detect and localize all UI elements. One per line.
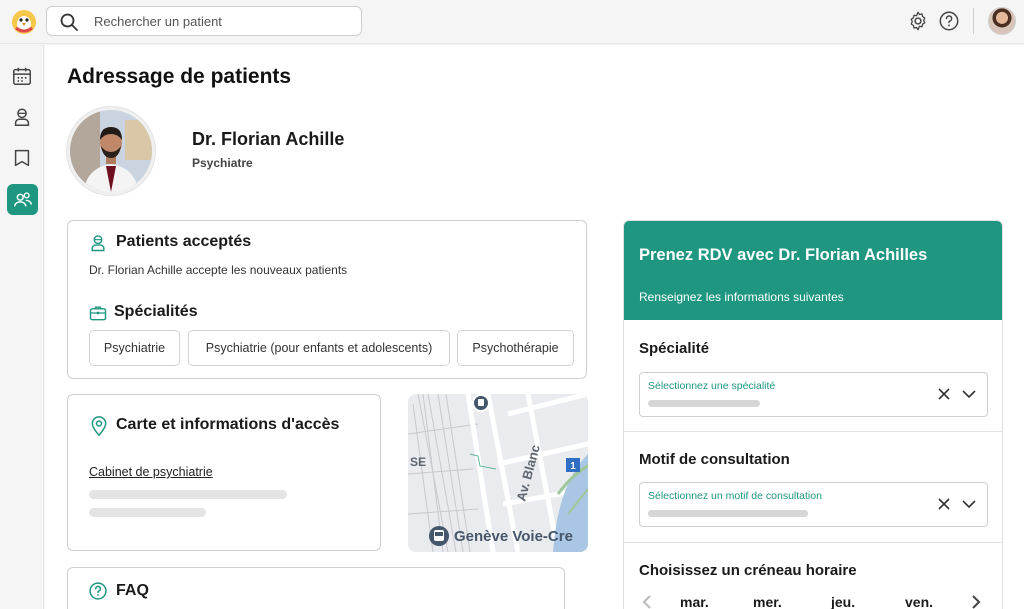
topbar-divider bbox=[973, 8, 974, 34]
access-card: Carte et informations d'accès Cabinet de… bbox=[67, 394, 381, 551]
motive-section-title: Motif de consultation bbox=[639, 451, 790, 468]
faq-title: FAQ bbox=[116, 582, 149, 599]
specialty-select[interactable]: Sélectionnez une spécialité bbox=[639, 372, 988, 417]
doctor-photo bbox=[67, 107, 155, 195]
specialty-section-title: Spécialité bbox=[639, 340, 710, 357]
skeleton-line bbox=[89, 508, 206, 517]
penguin-logo-icon[interactable] bbox=[10, 8, 38, 36]
search-placeholder: Rechercher un patient bbox=[94, 14, 222, 29]
accepted-patients-card: Patients acceptés Dr. Florian Achille ac… bbox=[67, 220, 587, 379]
booking-panel: Prenez RDV avec Dr. Florian Achilles Ren… bbox=[623, 220, 1003, 609]
referral-users-icon bbox=[13, 191, 32, 206]
access-title: Carte et informations d'accès bbox=[116, 416, 340, 433]
day-header[interactable]: mar. bbox=[680, 594, 709, 609]
booking-title: Prenez RDV avec Dr. Florian Achilles bbox=[639, 246, 928, 264]
patient-icon bbox=[14, 108, 30, 126]
route-badge: 1 bbox=[570, 461, 576, 472]
gear-icon[interactable] bbox=[907, 10, 929, 32]
clear-icon[interactable] bbox=[936, 496, 952, 512]
patient-icon bbox=[88, 233, 108, 253]
specialty-chip: Psychiatrie (pour enfants et adolescents… bbox=[188, 330, 450, 366]
user-avatar[interactable] bbox=[988, 7, 1016, 35]
search-icon bbox=[59, 12, 79, 32]
chevron-down-icon[interactable] bbox=[961, 496, 977, 512]
day-header[interactable]: ven. bbox=[905, 594, 933, 609]
motive-select-label: Sélectionnez un motif de consultation bbox=[648, 490, 822, 502]
sidebar-item-patients[interactable] bbox=[8, 103, 36, 131]
specialty-select-label: Sélectionnez une spécialité bbox=[648, 380, 776, 392]
page-title: Adressage de patients bbox=[67, 65, 292, 88]
bookmark-icon bbox=[14, 149, 30, 167]
help-icon bbox=[88, 581, 108, 601]
location-pin-icon bbox=[89, 415, 109, 437]
motive-select[interactable]: Sélectionnez un motif de consultation bbox=[639, 482, 988, 527]
calendar-icon bbox=[13, 67, 31, 85]
briefcase-icon bbox=[88, 303, 108, 323]
booking-header: Prenez RDV avec Dr. Florian Achilles Ren… bbox=[624, 221, 1002, 320]
skeleton-line bbox=[648, 510, 808, 517]
map-edge-label: SE bbox=[410, 455, 426, 469]
cabinet-link[interactable]: Cabinet de psychiatrie bbox=[89, 465, 213, 479]
booking-subtitle: Renseignez les informations suivantes bbox=[639, 290, 844, 304]
access-map[interactable]: 1 SE Av. Blanc Genève Voie-Cre bbox=[408, 394, 588, 552]
skeleton-line bbox=[89, 490, 287, 499]
skeleton-line bbox=[648, 400, 760, 407]
sidebar bbox=[0, 45, 44, 609]
specialty-chip: Psychothérapie bbox=[457, 330, 574, 366]
map-station-label: Genève Voie-Cre bbox=[454, 528, 573, 545]
specialty-chip: Psychiatrie bbox=[89, 330, 180, 366]
top-bar: Rechercher un patient bbox=[0, 0, 1024, 44]
main-content: Adressage de patients Dr. Florian Achill… bbox=[45, 45, 1024, 609]
help-icon[interactable] bbox=[938, 10, 960, 32]
sidebar-item-calendar[interactable] bbox=[8, 62, 36, 90]
chevron-down-icon[interactable] bbox=[961, 386, 977, 402]
section-divider bbox=[624, 542, 1002, 543]
sidebar-item-referrals[interactable] bbox=[7, 184, 38, 215]
accepted-title: Patients acceptés bbox=[116, 233, 252, 250]
faq-card[interactable]: FAQ bbox=[67, 567, 565, 609]
search-input[interactable]: Rechercher un patient bbox=[46, 6, 362, 36]
day-header[interactable]: jeu. bbox=[831, 594, 855, 609]
specialties-title: Spécialités bbox=[114, 303, 198, 320]
clear-icon[interactable] bbox=[936, 386, 952, 402]
slot-section-title: Choisissez un créneau horaire bbox=[639, 562, 857, 579]
sidebar-item-bookmarks[interactable] bbox=[8, 144, 36, 172]
accepted-text: Dr. Florian Achille accepte les nouveaux… bbox=[89, 263, 348, 277]
doctor-name: Dr. Florian Achille bbox=[192, 129, 345, 149]
day-header[interactable]: mer. bbox=[753, 594, 782, 609]
section-divider bbox=[624, 431, 1002, 432]
doctor-role: Psychiatre bbox=[192, 156, 253, 170]
chevron-right-icon[interactable] bbox=[969, 595, 983, 609]
chevron-left-icon[interactable] bbox=[640, 595, 654, 609]
